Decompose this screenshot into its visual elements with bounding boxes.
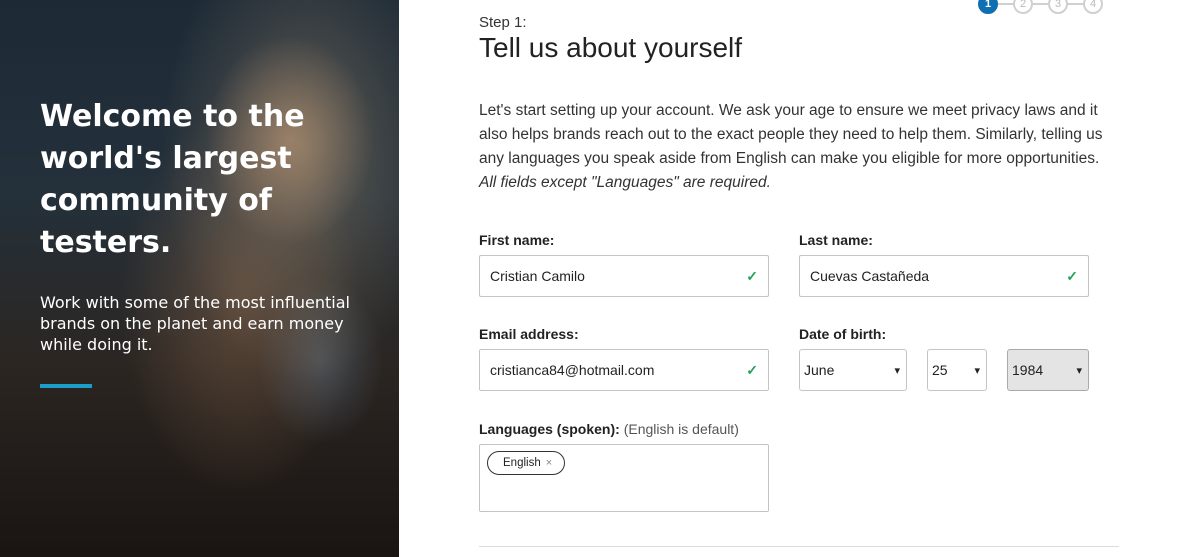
step-4-indicator: 4 [1083,0,1103,14]
valid-check-icon: ✓ [1066,267,1078,284]
intro-text: Let's start setting up your account. We … [479,99,1104,195]
remove-icon[interactable]: × [546,457,552,469]
dob-month-select[interactable]: June ▾ [799,349,907,391]
step-connector [998,3,1013,5]
language-chip-label: English [503,457,541,469]
step-2-indicator: 2 [1013,0,1033,14]
email-label: Email address: [479,326,579,342]
hero-accent-bar [40,384,92,388]
chevron-down-icon: ▾ [894,364,900,377]
step-label: Step 1: [479,14,527,31]
languages-label-text: Languages (spoken): [479,421,620,437]
progress-stepper: 1 2 3 4 [978,0,1103,14]
valid-check-icon: ✓ [746,361,758,378]
valid-check-icon: ✓ [746,267,758,284]
language-chip[interactable]: English × [487,451,566,475]
page-title: Tell us about yourself [479,32,743,63]
step-1-indicator: 1 [978,0,998,14]
languages-hint: (English is default) [623,421,739,437]
first-name-value: Cristian Camilo [490,268,585,284]
languages-input[interactable]: English × [479,444,769,512]
step-connector [1068,3,1083,5]
last-name-value: Cuevas Castañeda [810,268,930,284]
hero-title: Welcome to the world's largest community… [40,99,305,260]
dob-day-select[interactable]: 25 ▾ [927,349,987,391]
step-connector [1033,3,1048,5]
intro-body: Let's start setting up your account. We … [479,102,1103,167]
section-divider [479,546,1119,547]
languages-label: Languages (spoken): (English is default) [479,421,739,437]
email-input[interactable]: cristianca84@hotmail.com ✓ [479,349,769,391]
chevron-down-icon: ▾ [1076,364,1082,377]
dob-label: Date of birth: [799,326,887,342]
required-note: All fields except "Languages" are requir… [479,174,771,191]
last-name-label: Last name: [799,232,873,248]
chevron-down-icon: ▾ [974,364,980,377]
hero-subtitle: Work with some of the most influential b… [40,293,350,354]
email-value: cristianca84@hotmail.com [490,362,655,378]
dob-year-value: 1984 [1012,362,1044,378]
last-name-input[interactable]: Cuevas Castañeda ✓ [799,255,1089,297]
dob-year-select[interactable]: 1984 ▾ [1007,349,1089,391]
first-name-input[interactable]: Cristian Camilo ✓ [479,255,769,297]
step-3-indicator: 3 [1048,0,1068,14]
dob-month-value: June [804,362,835,378]
first-name-label: First name: [479,232,555,248]
hero-panel: Welcome to the world's largest community… [0,0,399,557]
dob-day-value: 25 [932,362,948,378]
